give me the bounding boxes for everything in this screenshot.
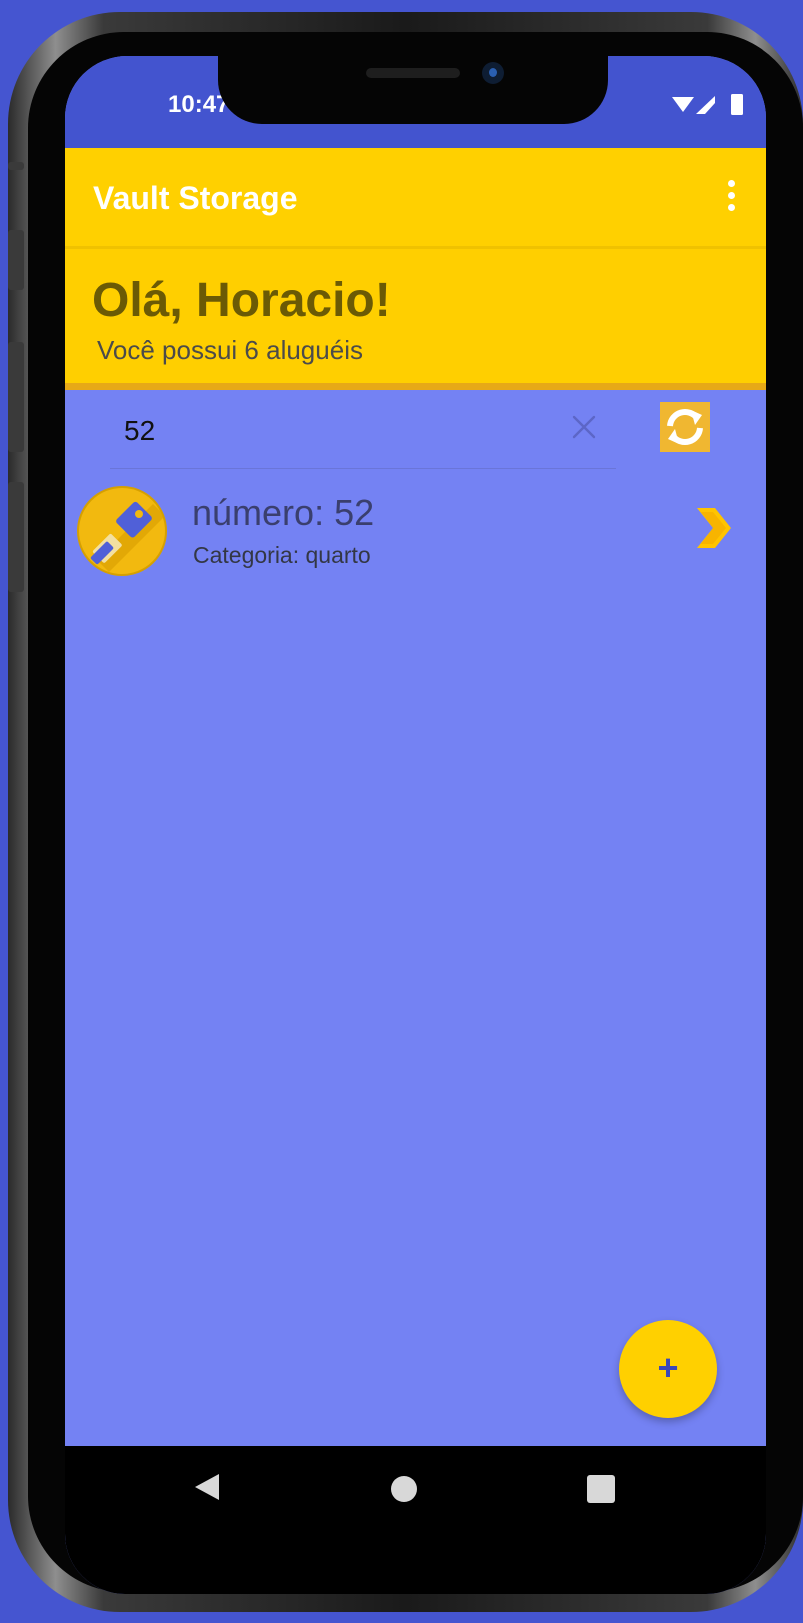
close-icon[interactable]	[567, 410, 601, 444]
refresh-icon	[667, 409, 703, 445]
chevron-right-icon-svg	[697, 508, 731, 548]
app-title: Vault Storage	[93, 180, 298, 216]
app-bar: Vault Storage	[65, 148, 766, 246]
key-icon	[77, 486, 167, 576]
volume-up-button	[8, 230, 24, 290]
rental-count-text: Você possui 6 aluguéis	[97, 335, 363, 365]
back-triangle-icon[interactable]	[193, 1472, 221, 1502]
refresh-button[interactable]	[660, 402, 710, 452]
list-item[interactable]: número: 52 Categoria: quarto	[65, 482, 766, 582]
system-navigation-bar	[65, 1446, 766, 1594]
greeting-panel: Olá, Horacio! Você possui 6 aluguéis	[65, 249, 766, 390]
item-category: Categoria: quarto	[193, 542, 371, 568]
greeting-title: Olá, Horacio!	[92, 274, 391, 327]
close-icon-svg	[572, 415, 596, 439]
device-notch	[218, 56, 608, 124]
search-bar[interactable]	[110, 398, 616, 469]
item-title: número: 52	[192, 492, 375, 533]
add-button[interactable]: +	[619, 1320, 717, 1418]
front-camera	[482, 62, 504, 84]
recents-square-icon[interactable]	[587, 1475, 615, 1503]
device-screen: 10:47 Vault Storage Olá, Horacio! Você p…	[65, 56, 766, 1594]
status-icons	[672, 92, 756, 116]
key-icon-svg	[90, 501, 165, 572]
search-input[interactable]	[122, 410, 546, 452]
speaker-grille	[366, 68, 460, 78]
page-background: 10:47 Vault Storage Olá, Horacio! Você p…	[0, 0, 803, 1623]
side-button	[8, 482, 24, 592]
wifi-signal-battery-icons	[672, 94, 743, 115]
mute-switch	[8, 162, 24, 170]
volume-down-button	[8, 342, 24, 452]
home-circle-icon[interactable]	[391, 1476, 417, 1502]
back-icon-svg	[195, 1474, 219, 1500]
more-vert-icon[interactable]	[726, 180, 736, 214]
chevron-right-icon[interactable]	[693, 504, 733, 552]
